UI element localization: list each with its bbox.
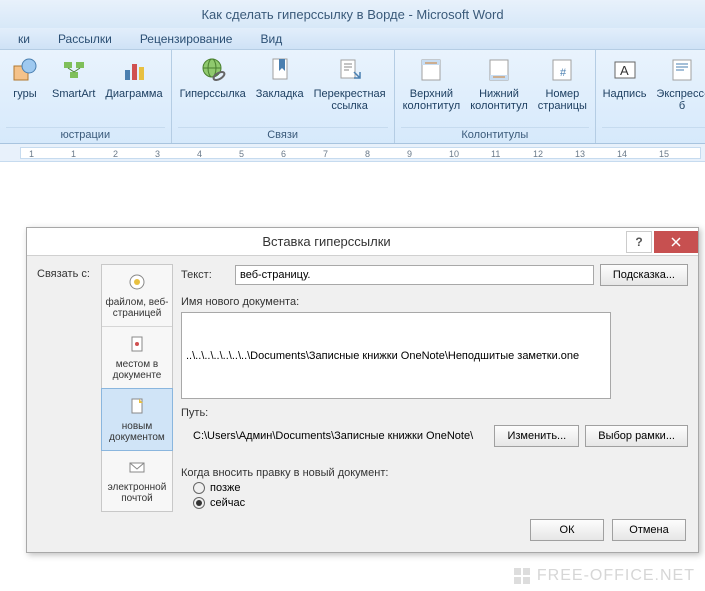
email-icon <box>128 458 146 479</box>
when-edit-label: Когда вносить правку в новый документ: <box>181 467 688 479</box>
sidebar-item-email[interactable]: электронной почтой <box>102 450 172 511</box>
change-button[interactable]: Изменить... <box>494 425 579 447</box>
ribbon-group-links: Гиперссылка Закладка Перекрестная ссылка… <box>172 50 395 143</box>
crossref-icon <box>334 54 366 86</box>
hyperlink-button[interactable]: Гиперссылка <box>178 52 248 127</box>
crossref-button[interactable]: Перекрестная ссылка <box>312 52 388 127</box>
frame-button[interactable]: Выбор рамки... <box>585 425 688 447</box>
path-value: C:\Users\Админ\Documents\Записные книжки… <box>181 430 488 442</box>
cancel-button[interactable]: Отмена <box>612 519 686 541</box>
tab-mailings[interactable]: Рассылки <box>46 29 124 49</box>
radio-icon <box>193 497 205 509</box>
newdoc-label: Имя нового документа: <box>181 296 688 308</box>
path-label: Путь: <box>181 407 688 419</box>
window-titlebar: Как сделать гиперссылку в Ворде - Micros… <box>0 0 705 28</box>
watermark: FREE-OFFICE.NET <box>513 567 695 585</box>
footer-button[interactable]: Нижний колонтитул <box>468 52 530 127</box>
new-doc-icon <box>128 397 146 418</box>
insert-hyperlink-dialog: Вставка гиперссылки ? Связать с: файлом,… <box>26 227 699 553</box>
shapes-button[interactable]: гуры <box>6 52 44 127</box>
link-with-label: Связать с: <box>37 264 93 512</box>
dialog-main: Текст: Подсказка... Имя нового документа… <box>181 264 688 512</box>
ribbon: гуры SmartArt Диаграмма юстрации Гиперсс… <box>0 50 705 144</box>
hint-button[interactable]: Подсказка... <box>600 264 688 286</box>
ribbon-group-headerfooter: Верхний колонтитул Нижний колонтитул # Н… <box>395 50 596 143</box>
tab-review[interactable]: Рецензирование <box>128 29 245 49</box>
header-icon <box>415 54 447 86</box>
text-label: Текст: <box>181 269 229 281</box>
header-button[interactable]: Верхний колонтитул <box>401 52 463 127</box>
radio-later[interactable]: позже <box>193 482 688 494</box>
pagenumber-icon: # <box>546 54 578 86</box>
shapes-icon <box>9 54 41 86</box>
dialog-close-button[interactable] <box>654 231 698 253</box>
globe-link-icon <box>197 54 229 86</box>
svg-text:A: A <box>620 63 629 78</box>
smartart-icon <box>58 54 90 86</box>
quickparts-icon <box>666 54 698 86</box>
newdoc-input[interactable] <box>181 312 611 399</box>
group-caption-headerfooter: Колонтитулы <box>401 127 589 143</box>
sidebar-item-file-web[interactable]: файлом, веб- страницей <box>102 265 172 327</box>
textbox-button[interactable]: A Надпись <box>602 52 647 127</box>
dialog-help-button[interactable]: ? <box>626 231 652 253</box>
group-caption-links: Связи <box>178 127 388 143</box>
smartart-button[interactable]: SmartArt <box>50 52 97 127</box>
bookmark-icon <box>264 54 296 86</box>
ruler-scale: 1123456789101112131415 <box>20 147 701 159</box>
radio-now[interactable]: сейчас <box>193 497 688 509</box>
sidebar-item-place-doc[interactable]: местом в документе <box>102 327 172 389</box>
window-title: Как сделать гиперссылку в Ворде - Micros… <box>201 7 503 22</box>
ribbon-group-text: A Надпись Экспресс-б <box>596 50 705 143</box>
tab-fragment[interactable]: ки <box>6 29 42 49</box>
file-web-icon <box>128 273 146 294</box>
place-doc-icon <box>128 335 146 356</box>
chart-icon <box>118 54 150 86</box>
bookmark-button[interactable]: Закладка <box>254 52 306 127</box>
ribbon-tabs: ки Рассылки Рецензирование Вид <box>0 28 705 50</box>
radio-icon <box>193 482 205 494</box>
ribbon-group-illustrations: гуры SmartArt Диаграмма юстрации <box>0 50 172 143</box>
svg-text:#: # <box>560 67 567 79</box>
chart-button[interactable]: Диаграмма <box>103 52 164 127</box>
quickparts-button[interactable]: Экспресс-б <box>653 52 705 127</box>
textbox-icon: A <box>609 54 641 86</box>
footer-icon <box>483 54 515 86</box>
ruler[interactable]: 1123456789101112131415 <box>0 144 705 162</box>
group-caption-illustrations: юстрации <box>6 127 165 143</box>
dialog-title: Вставка гиперссылки <box>27 234 626 249</box>
dialog-titlebar[interactable]: Вставка гиперссылки ? <box>27 228 698 256</box>
pagenumber-button[interactable]: # Номер страницы <box>536 52 589 127</box>
sidebar-item-new-doc[interactable]: новым документом <box>101 388 173 451</box>
windows-icon <box>513 567 531 585</box>
ok-button[interactable]: ОК <box>530 519 604 541</box>
text-input[interactable] <box>235 265 594 285</box>
link-type-sidebar: файлом, веб- страницей местом в документ… <box>101 264 173 512</box>
tab-view[interactable]: Вид <box>248 29 294 49</box>
dialog-footer: ОК Отмена <box>27 516 698 552</box>
